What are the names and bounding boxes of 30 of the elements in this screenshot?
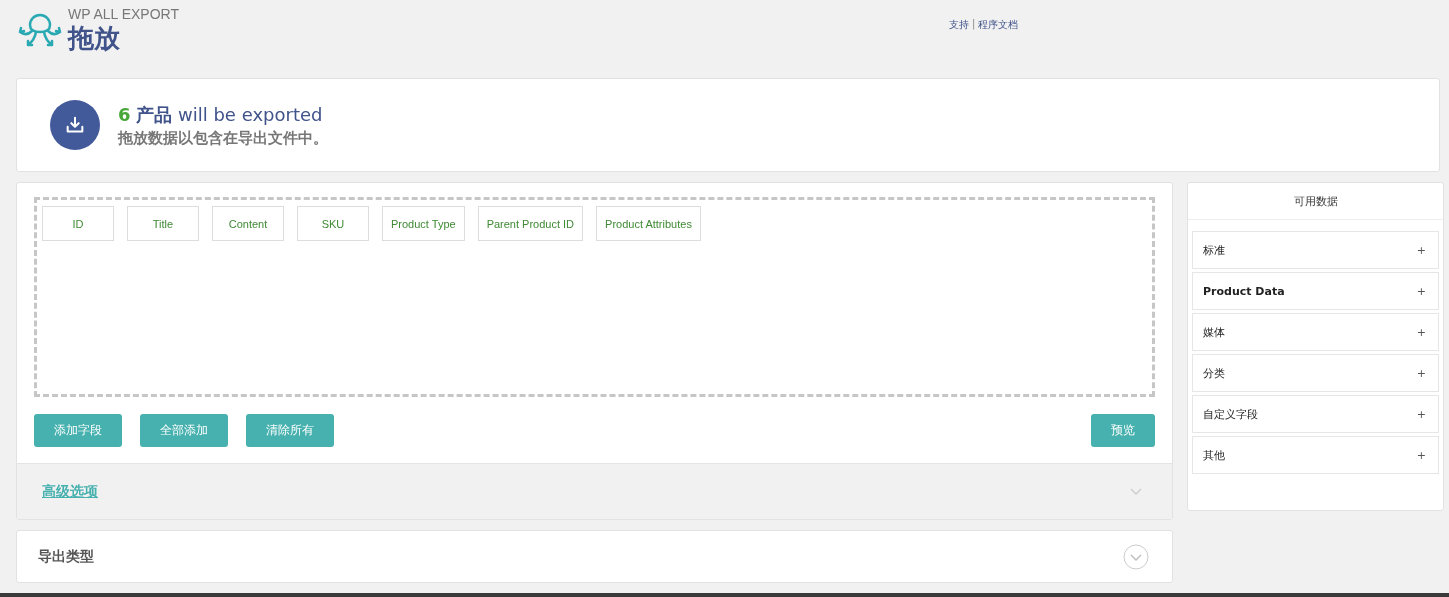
data-category-item[interactable]: 分类 + [1192, 354, 1439, 392]
export-count-heading: 6 产品 will be exported [118, 102, 324, 127]
data-category-item[interactable]: 标准 + [1192, 231, 1439, 269]
download-icon [50, 100, 100, 150]
export-field-chip[interactable]: Product Type [382, 206, 465, 241]
export-field-chip[interactable]: Product Attributes [596, 206, 701, 241]
brand-name: WP ALL EXPORT [68, 6, 179, 22]
chevron-icon[interactable] [1130, 487, 1142, 496]
data-category-item[interactable]: 自定义字段 + [1192, 395, 1439, 433]
data-category-item[interactable]: 媒体 + [1192, 313, 1439, 351]
export-field-chip[interactable]: ID [42, 206, 114, 241]
link-separator: | [972, 18, 976, 32]
export-subtitle: 拖放数据以包含在导出文件中。 [118, 128, 328, 148]
export-field-chip[interactable]: Content [212, 206, 284, 241]
data-category-item[interactable]: Product Data + [1192, 272, 1439, 310]
export-type-label: 导出类型 [38, 547, 94, 566]
action-button[interactable]: 添加字段 [34, 414, 122, 447]
export-field-chip[interactable]: Title [127, 206, 199, 241]
export-field-chip[interactable]: Parent Product ID [477, 206, 584, 241]
action-button[interactable]: 全部添加 [140, 414, 228, 447]
export-field-chip[interactable]: SKU [297, 206, 369, 241]
page-title: 拖放 [68, 22, 121, 54]
drop-zone[interactable]: ID Title Content SKU Product Type Parent Product ID Product Attributes [34, 197, 1155, 397]
support-link[interactable]: 支持 [949, 18, 969, 32]
sidebar-title: 可用数据 [1188, 183, 1443, 220]
data-category-item[interactable]: 其他 + [1192, 436, 1439, 474]
preview-button[interactable]: 预览 [1091, 414, 1155, 447]
docs-link[interactable]: 程序文档 [978, 18, 1019, 32]
chevron-circle-icon[interactable] [1123, 543, 1149, 570]
action-button[interactable]: 清除所有 [246, 414, 334, 447]
